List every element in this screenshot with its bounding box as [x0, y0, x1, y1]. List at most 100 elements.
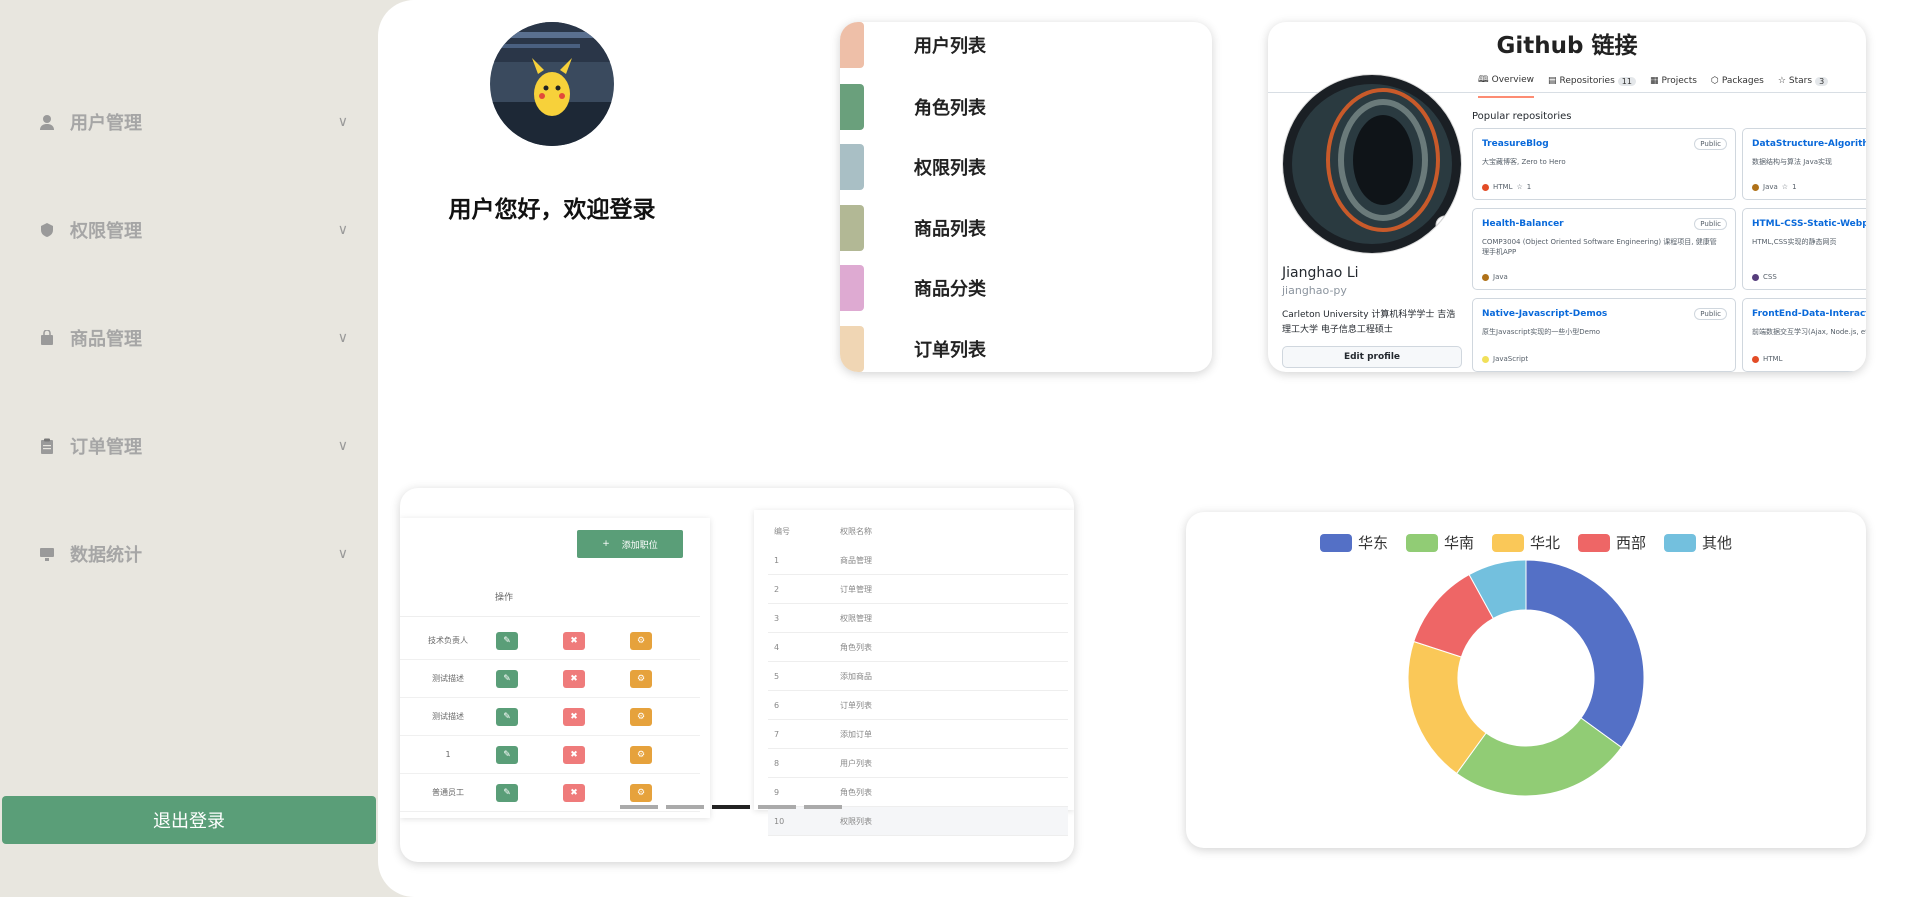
menu-item-user-list[interactable]: 用户列表: [840, 22, 1212, 68]
delete-icon[interactable]: ✖: [563, 631, 585, 650]
repo-icon: ▤: [1548, 76, 1557, 86]
row-name: 订单列表: [840, 700, 872, 710]
menu-item-role-list[interactable]: 角色列表: [840, 84, 1212, 130]
star-icon: ☆: [1781, 183, 1789, 191]
row-label: 测试描述: [432, 712, 464, 721]
repo-language: CSS: [1763, 273, 1777, 281]
settings-icon[interactable]: ⚙: [630, 745, 652, 764]
row-id: 5: [774, 671, 780, 681]
row-label: 技术负责人: [428, 636, 468, 645]
tab-stars[interactable]: ☆ Stars 3: [1778, 72, 1829, 98]
row-name: 添加订单: [840, 729, 872, 739]
row-label: 测试描述: [432, 674, 464, 683]
sidebar-item-order-management[interactable]: 订单管理 ∨: [38, 426, 348, 466]
table-row: 1 商品管理: [768, 546, 1068, 575]
edit-icon[interactable]: ✎: [496, 745, 518, 764]
logout-button[interactable]: 退出登录: [2, 796, 376, 844]
table-preview-card[interactable]: + 添加职位 操作 技术负责人 ✎ ✖ ⚙ 测试描述 ✎ ✖ ⚙ 测试描述 ✎ ✖ ⚙ 1 ✎ ✖ ⚙ 普…: [400, 488, 1074, 862]
repo-stars: 1: [1792, 183, 1797, 191]
delete-icon[interactable]: ✖: [563, 669, 585, 688]
carousel-dot[interactable]: [804, 805, 842, 809]
menu-item-permission-list[interactable]: 权限列表: [840, 144, 1212, 190]
table-row: 4 角色列表: [768, 633, 1068, 662]
repo-description: COMP3004 (Object Oriented Software Engin…: [1482, 238, 1717, 256]
github-card[interactable]: Github 链接 🕮 Overview ▤ Repositories 11 ▦ Pro…: [1268, 22, 1866, 372]
repo-meta: HTML: [1752, 355, 1782, 363]
delete-icon[interactable]: ✖: [563, 707, 585, 726]
tab-projects[interactable]: ▦ Projects: [1650, 72, 1697, 98]
tab-packages[interactable]: ⬡ Packages: [1711, 72, 1764, 98]
donut-slice-华东[interactable]: [1525, 559, 1645, 749]
repo-card[interactable]: DataStructure-Algorithm 数据结构与算法 Java实现 J…: [1742, 128, 1866, 200]
github-bio: Carleton University 计算机科学学士 吉浩理工大学 电子信息工…: [1282, 310, 1456, 335]
button-label: 添加职位: [621, 540, 658, 551]
row-id: 10: [774, 816, 785, 826]
count-badge: 3: [1815, 76, 1829, 86]
repo-meta: HTML ☆ 1: [1482, 183, 1531, 191]
position-rows: 技术负责人 ✎ ✖ ⚙ 测试描述 ✎ ✖ ⚙ 测试描述 ✎ ✖ ⚙ 1 ✎ ✖ ⚙ 普通员工 ✎ ✖ ⚙: [400, 622, 700, 812]
popular-repos-label: Popular repositories: [1472, 111, 1572, 122]
tab-overview[interactable]: 🕮 Overview: [1478, 72, 1534, 98]
color-bar: [840, 326, 864, 372]
edit-profile-button[interactable]: Edit profile: [1282, 346, 1462, 368]
repo-description: 前端数据交互学习(Ajax, Node.js, etc.): [1752, 328, 1866, 336]
shield-icon: [38, 221, 56, 239]
sidebar-item-permission-management[interactable]: 权限管理 ∨: [38, 210, 348, 250]
carousel-dot-active[interactable]: [712, 805, 750, 809]
settings-icon[interactable]: ⚙: [630, 631, 652, 650]
permission-rows: 1 商品管理 2 订单管理 3 权限管理 4 角色列表 5 添加商品 6 订单列表 7 添加订单 8 用户列表…: [768, 546, 1068, 836]
repo-meta: JavaScript: [1482, 355, 1528, 363]
welcome-text: 用户您好，欢迎登录: [448, 197, 656, 223]
row-name: 角色列表: [840, 787, 872, 797]
repo-language: JavaScript: [1493, 355, 1529, 363]
repo-card[interactable]: Native-Javascript-Demos Public 原生Javascr…: [1472, 298, 1736, 372]
row-id: 9: [774, 787, 780, 797]
edit-icon[interactable]: ✎: [496, 707, 518, 726]
row-name: 角色列表: [840, 642, 872, 652]
table-row: 1 ✎ ✖ ⚙: [400, 736, 700, 774]
tab-label: Repositories: [1559, 76, 1615, 86]
color-bar: [840, 22, 864, 68]
settings-icon[interactable]: ⚙: [630, 783, 652, 802]
menu-item-label: 角色列表: [914, 98, 986, 119]
repo-card[interactable]: HTML-CSS-Static-Webpages HTML,CSS实现的静态网页…: [1742, 208, 1866, 290]
tab-repositories[interactable]: ▤ Repositories 11: [1548, 72, 1636, 98]
settings-icon[interactable]: ⚙: [630, 707, 652, 726]
delete-icon[interactable]: ✖: [563, 783, 585, 802]
table-row: 6 订单列表: [768, 691, 1068, 720]
repo-meta: Java: [1482, 273, 1508, 281]
github-tabs: 🕮 Overview ▤ Repositories 11 ▦ Projects ⬡ Pac…: [1478, 72, 1829, 98]
settings-icon[interactable]: ⚙: [630, 669, 652, 688]
sidebar-item-data-statistics[interactable]: 数据统计 ∨: [38, 534, 348, 574]
table-row: 5 添加商品: [768, 662, 1068, 691]
repo-card[interactable]: Health-Balancer Public COMP3004 (Object …: [1472, 208, 1736, 290]
menu-item-order-list[interactable]: 订单列表: [840, 326, 1212, 372]
carousel-dot[interactable]: [758, 805, 796, 809]
edit-icon[interactable]: ✎: [496, 631, 518, 650]
language-dot-icon: [1482, 183, 1489, 191]
edit-icon[interactable]: ✎: [496, 669, 518, 688]
permission-table-panel: 编号 权限名称 1 商品管理 2 订单管理 3 权限管理 4 角色列表 5 添加商品 6 订单列表 7 添…: [754, 510, 1074, 836]
menu-item-goods-list[interactable]: 商品列表: [840, 205, 1212, 251]
row-name: 权限管理: [840, 613, 872, 623]
row-id: 6: [774, 700, 780, 710]
add-position-button[interactable]: + 添加职位: [577, 530, 683, 558]
row-label: 1: [445, 750, 451, 759]
chevron-down-icon: ∨: [337, 546, 348, 562]
sidebar-item-user-management[interactable]: 用户管理 ∨: [38, 102, 348, 142]
count-badge: 11: [1617, 76, 1636, 86]
repo-name: HTML-CSS-Static-Webpages: [1752, 219, 1866, 229]
sidebar-item-goods-management[interactable]: 商品管理 ∨: [38, 318, 348, 358]
carousel-dot[interactable]: [666, 805, 704, 809]
menu-item-goods-category[interactable]: 商品分类: [840, 265, 1212, 311]
donut-chart: [1407, 559, 1645, 797]
menu-item-label: 订单列表: [914, 340, 986, 361]
carousel-dot[interactable]: [620, 805, 658, 809]
table-row: 测试描述 ✎ ✖ ⚙: [400, 660, 700, 698]
repo-card[interactable]: TreasureBlog Public 大宝藏博客, Zero to Hero …: [1472, 128, 1736, 200]
repo-card[interactable]: FrontEnd-Data-Interaction 前端数据交互学习(Ajax,…: [1742, 298, 1866, 372]
row-name: 订单管理: [840, 584, 872, 594]
edit-icon[interactable]: ✎: [496, 783, 518, 802]
menu-item-label: 商品列表: [914, 219, 986, 240]
delete-icon[interactable]: ✖: [563, 745, 585, 764]
